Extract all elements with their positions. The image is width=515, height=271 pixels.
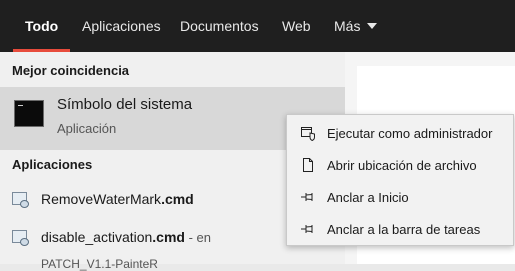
menu-item-open-file-location[interactable]: Abrir ubicación de archivo — [287, 149, 513, 181]
menu-item-label: Abrir ubicación de archivo — [327, 158, 477, 173]
tab-web[interactable]: Web — [282, 0, 311, 52]
pin-icon — [301, 225, 313, 233]
tab-aplicaciones[interactable]: Aplicaciones — [82, 0, 161, 52]
tab-documentos[interactable]: Documentos — [180, 0, 259, 52]
menu-item-label: Anclar a la barra de tareas — [327, 222, 481, 237]
menu-item-pin-to-taskbar[interactable]: Anclar a la barra de tareas — [287, 213, 513, 245]
tab-mas[interactable]: Más — [334, 0, 378, 52]
menu-item-run-as-admin[interactable]: Ejecutar como administrador — [287, 117, 513, 149]
app-name: disable_activation.cmd - en — [41, 229, 211, 245]
best-match-title: Símbolo del sistema — [57, 96, 193, 113]
command-prompt-icon — [14, 100, 44, 127]
run-as-admin-icon — [301, 127, 315, 141]
chevron-down-icon — [367, 23, 378, 29]
menu-item-label: Ejecutar como administrador — [327, 126, 493, 141]
app-name: RemoveWaterMark.cmd — [41, 191, 194, 207]
best-match-subtitle: Aplicación — [57, 121, 117, 136]
menu-item-label: Anclar a Inicio — [327, 190, 409, 205]
best-match-header: Mejor coincidencia — [12, 63, 130, 78]
tab-mas-label: Más — [334, 18, 361, 34]
search-filter-bar: Todo Aplicaciones Documentos Web Más — [0, 0, 515, 52]
pin-icon — [301, 193, 313, 201]
tab-todo[interactable]: Todo — [12, 0, 71, 52]
context-menu: Ejecutar como administrador Abrir ubicac… — [286, 114, 514, 246]
cmd-file-icon — [12, 230, 29, 246]
open-file-location-icon — [303, 158, 313, 172]
cmd-file-icon — [12, 192, 29, 208]
menu-item-pin-to-start[interactable]: Anclar a Inicio — [287, 181, 513, 213]
apps-header: Aplicaciones — [12, 157, 93, 172]
app-location: PATCH_V1.1-PainteR — [41, 257, 158, 271]
